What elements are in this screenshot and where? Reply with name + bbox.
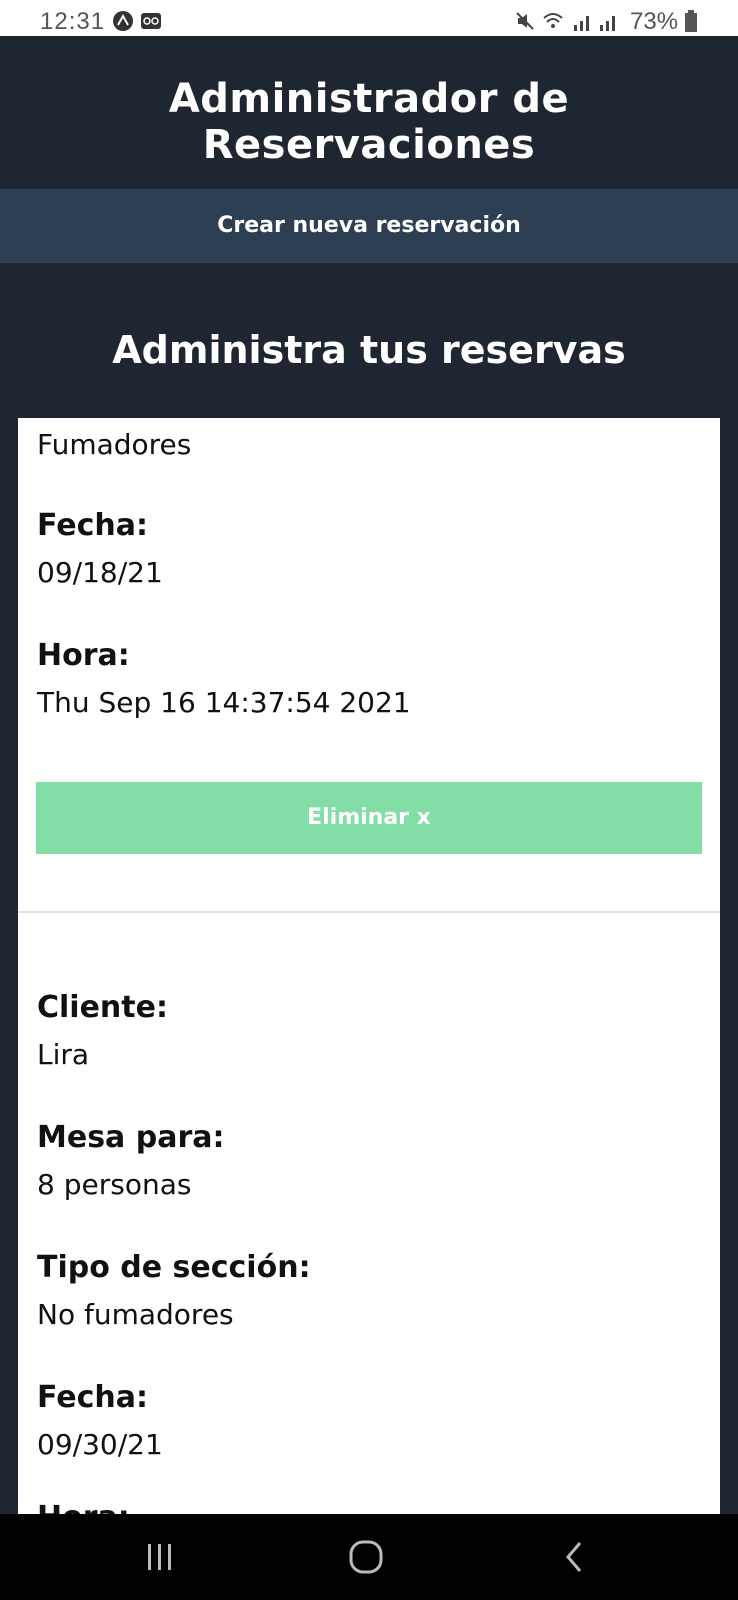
android-icon — [113, 11, 133, 31]
time-value: Thu Sep 16 14:37:54 2021 — [37, 686, 411, 719]
time-label: Hora: — [37, 638, 130, 673]
divider — [18, 911, 720, 913]
app-title: Administrador de Reservaciones — [168, 76, 570, 168]
status-bar: 12:31 73% — [0, 0, 738, 36]
section-title: Administra tus reservas — [112, 328, 626, 372]
app-screen: Administrador de Reservaciones Crear nue… — [0, 36, 738, 1514]
delete-button[interactable]: Eliminar x — [36, 782, 702, 854]
section-type-value: Fumadores — [37, 428, 192, 461]
mute-icon — [516, 12, 534, 30]
wifi-icon — [543, 13, 563, 28]
section-type-label: Tipo de sección: — [37, 1250, 311, 1285]
recent-apps-icon[interactable] — [136, 1536, 184, 1578]
table-value: 8 personas — [37, 1168, 192, 1201]
navigation-bar — [0, 1514, 738, 1600]
client-value: Lira — [37, 1038, 90, 1071]
signal-icon — [574, 16, 615, 31]
time-label: Hora: — [37, 1500, 130, 1514]
battery-level: 73% — [630, 8, 679, 35]
back-icon[interactable] — [552, 1536, 600, 1578]
battery-icon — [685, 10, 697, 32]
status-time: 12:31 — [40, 8, 106, 35]
home-icon[interactable] — [342, 1536, 390, 1578]
voicemail-icon — [141, 13, 161, 29]
date-label: Fecha: — [37, 508, 149, 543]
date-value: 09/18/21 — [37, 556, 163, 589]
create-reservation-button[interactable]: Crear nueva reservación — [0, 189, 738, 263]
date-label: Fecha: — [37, 1380, 149, 1415]
reservations-list[interactable]: Fumadores Fecha: 09/18/21 Hora: Thu Sep … — [18, 418, 720, 1514]
client-label: Cliente: — [37, 990, 168, 1025]
section-type-value: No fumadores — [37, 1298, 234, 1331]
date-value: 09/30/21 — [37, 1428, 163, 1461]
table-label: Mesa para: — [37, 1120, 225, 1155]
